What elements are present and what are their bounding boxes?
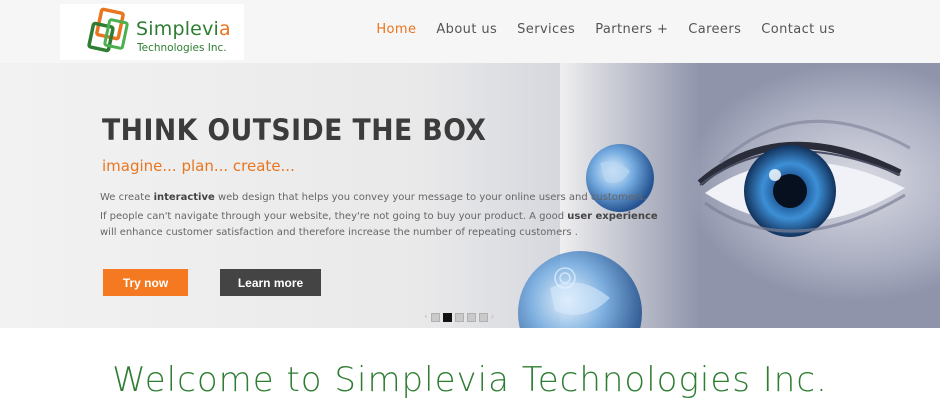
try-now-button[interactable]: Try now bbox=[103, 269, 188, 296]
slide-dot-2[interactable] bbox=[442, 313, 452, 322]
logo-mark-icon bbox=[87, 7, 129, 53]
nav-about-us[interactable]: About us bbox=[436, 22, 497, 37]
logo-name: Simplevia bbox=[136, 18, 231, 40]
site-header: Simplevia Technologies Inc. Home About u… bbox=[0, 0, 940, 64]
chevron-left-icon[interactable]: ‹ bbox=[424, 313, 428, 322]
slider-pagination: ‹ › bbox=[424, 313, 494, 322]
chevron-right-icon[interactable]: › bbox=[491, 313, 495, 322]
site-logo[interactable]: Simplevia Technologies Inc. bbox=[60, 4, 244, 60]
hero-paragraph-1: We create interactive web design that he… bbox=[100, 192, 647, 203]
nav-services[interactable]: Services bbox=[517, 22, 575, 37]
learn-more-button[interactable]: Learn more bbox=[220, 269, 321, 296]
hero-tagline: imagine... plan... create... bbox=[102, 157, 295, 175]
hero-slider: THINK OUTSIDE THE BOX imagine... plan...… bbox=[0, 63, 940, 328]
hero-title: THINK OUTSIDE THE BOX bbox=[102, 113, 487, 147]
nav-careers[interactable]: Careers bbox=[688, 22, 741, 37]
slide-dot-3[interactable] bbox=[454, 313, 464, 322]
nav-home[interactable]: Home bbox=[376, 22, 416, 37]
hero-paragraph-2: If people can't navigate through your we… bbox=[100, 211, 658, 238]
slide-dot-1[interactable] bbox=[430, 313, 440, 322]
logo-subtitle: Technologies Inc. bbox=[137, 42, 227, 54]
main-nav: Home About us Services Partners + Career… bbox=[376, 22, 835, 37]
slide-dot-5[interactable] bbox=[478, 313, 488, 322]
nav-contact-us[interactable]: Contact us bbox=[761, 22, 835, 37]
slide-dot-4[interactable] bbox=[466, 313, 476, 322]
welcome-heading: Welcome to Simplevia Technologies Inc. bbox=[112, 360, 828, 400]
nav-partners[interactable]: Partners + bbox=[595, 22, 668, 37]
